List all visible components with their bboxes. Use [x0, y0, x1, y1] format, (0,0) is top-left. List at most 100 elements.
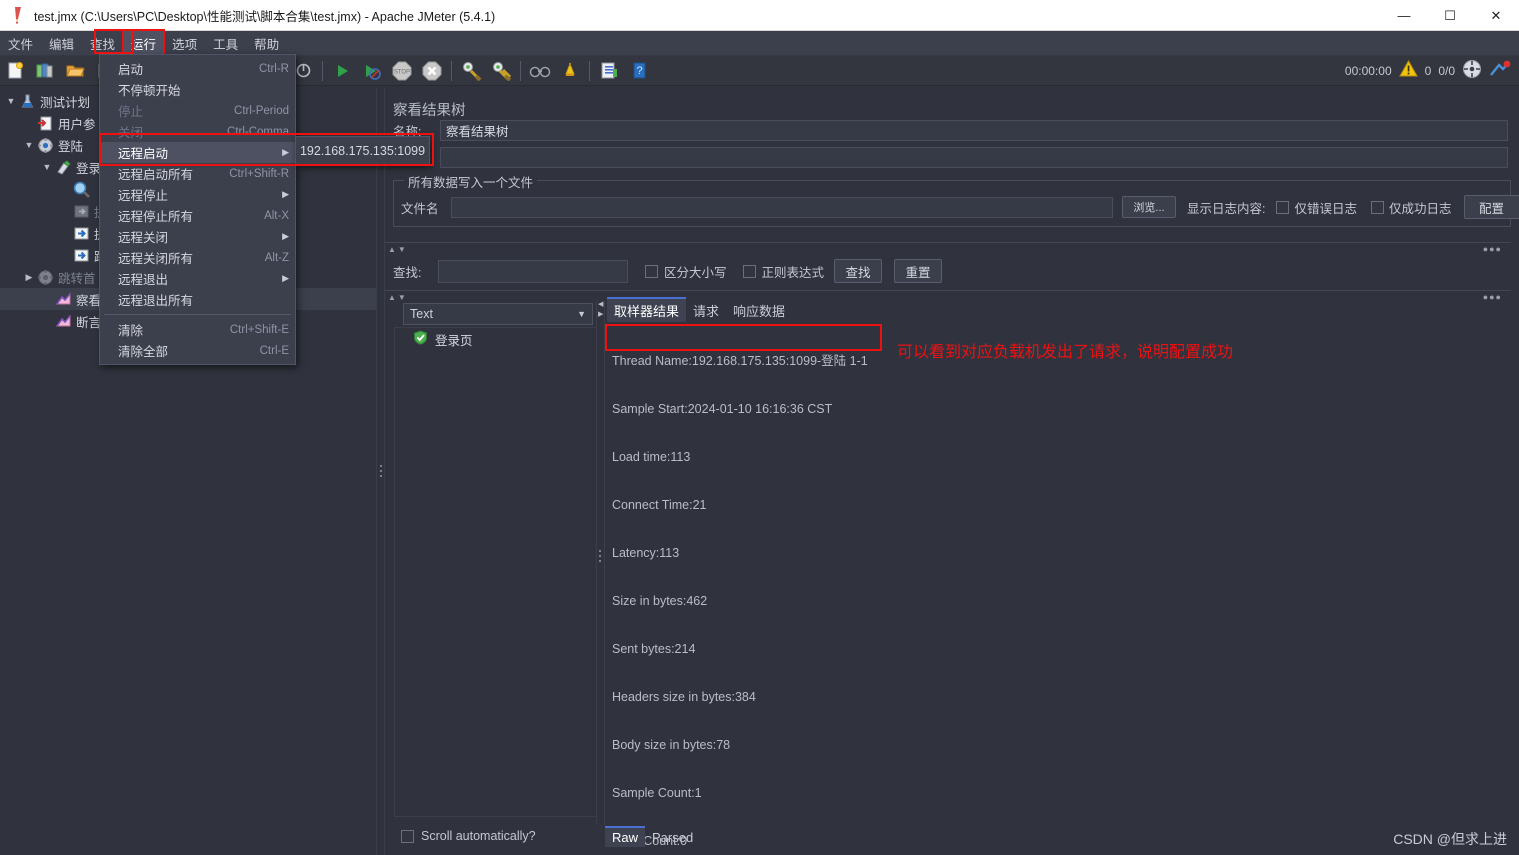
tab-request[interactable]: 请求	[686, 299, 726, 322]
chevron-right-icon[interactable]: ▶	[22, 272, 36, 283]
templates-icon[interactable]	[31, 58, 59, 84]
menu-item-clear-all[interactable]: 清除全部 Ctrl-E	[100, 340, 295, 361]
help-icon[interactable]: ?	[625, 58, 653, 84]
collapse-caret-icon[interactable]: ▲▼	[388, 245, 408, 254]
toolbar-separator	[322, 60, 323, 81]
collapse-dots-icon[interactable]: ●●●	[1483, 292, 1502, 302]
menu-item-accelerator: Ctrl-Comma	[227, 125, 289, 138]
menu-item-start[interactable]: 启动 Ctrl-R	[100, 58, 295, 79]
clear-icon[interactable]	[457, 58, 485, 84]
thread-count: 0/0	[1438, 64, 1455, 78]
menu-help[interactable]: 帮助	[247, 31, 286, 56]
chevron-down-icon[interactable]: ▼	[40, 162, 54, 172]
warning-icon[interactable]	[1398, 59, 1418, 82]
collapse-bar-results-top[interactable]: ▲▼ ●●●	[385, 290, 1511, 303]
case-sensitive-checkbox[interactable]	[645, 264, 658, 278]
comment-input[interactable]	[440, 147, 1508, 168]
error-log-icon[interactable]	[1489, 59, 1511, 84]
remote-engine-icon[interactable]	[1462, 59, 1482, 84]
menu-item-remote-shutdown[interactable]: 远程关闭 ▶	[100, 226, 295, 247]
menu-item-clear[interactable]: 清除 Ctrl+Shift-E	[100, 319, 295, 340]
collapse-caret-icon[interactable]: ▲▼	[388, 293, 408, 302]
shutdown-icon[interactable]	[418, 58, 446, 84]
toolbar-status: 00:00:00 0 0/0	[1345, 56, 1511, 86]
page-title: 察看结果树	[393, 103, 466, 119]
result-line: Connect Time:21	[612, 498, 707, 512]
name-input[interactable]: 察看结果树	[440, 120, 1508, 141]
sample-result-list[interactable]: 登录页	[394, 327, 599, 817]
results-splitter[interactable]	[596, 300, 605, 825]
menu-item-remote-stop[interactable]: 远程停止 ▶	[100, 184, 295, 205]
browse-button[interactable]: 浏览...	[1122, 196, 1176, 218]
collapse-bar-search-top[interactable]: ▲▼ ●●●	[385, 242, 1511, 255]
reset-button[interactable]: 重置	[894, 259, 943, 283]
reset-search-icon[interactable]	[556, 58, 584, 84]
tree-node-label: 跳转首	[58, 271, 96, 286]
warning-count: 0	[1424, 64, 1432, 78]
menu-item-remote-start[interactable]: 远程启动 ▶	[100, 142, 295, 163]
menu-item-remote-exit[interactable]: 远程退出 ▶	[100, 268, 295, 289]
renderer-select[interactable]: Text ▼	[403, 303, 593, 325]
menu-tools[interactable]: 工具	[206, 31, 245, 56]
clear-all-icon[interactable]	[487, 58, 515, 84]
menu-item-remote-exit-all[interactable]: 远程退出所有	[100, 289, 295, 310]
maximize-button[interactable]: ☐	[1427, 0, 1473, 31]
minimize-button[interactable]: —	[1381, 0, 1427, 31]
menu-search[interactable]: 查找	[83, 31, 122, 56]
toolbar-separator	[451, 60, 452, 81]
error-only-checkbox[interactable]	[1276, 200, 1290, 214]
search-icon[interactable]	[526, 58, 554, 84]
menu-options[interactable]: 选项	[165, 31, 204, 56]
filename-input[interactable]	[451, 196, 1113, 218]
name-row: 名称: 察看结果树	[393, 120, 1511, 141]
collapse-dots-icon[interactable]: ●●●	[1483, 244, 1502, 254]
svg-text:?: ?	[636, 65, 642, 77]
run-menu-dropdown[interactable]: 启动 Ctrl-R 不停顿开始 停止 Ctrl-Period 关闭 Ctrl-C…	[99, 54, 296, 365]
chevron-right-icon: ▶	[282, 189, 289, 199]
tree-panel-splitter[interactable]	[376, 87, 385, 855]
menu-item-remote-stop-all[interactable]: 远程停止所有 Alt-X	[100, 205, 295, 226]
annotation-text: 可以看到对应负载机发出了请求，说明配置成功	[897, 344, 1234, 361]
regex-checkbox[interactable]	[742, 264, 756, 278]
tab-sampler-result[interactable]: 取样器结果	[607, 297, 687, 322]
configure-button[interactable]: 配置	[1463, 195, 1519, 219]
chevron-down-icon[interactable]: ▼	[22, 140, 36, 150]
tab-parsed[interactable]: Parsed	[645, 828, 700, 847]
open-icon[interactable]	[61, 58, 89, 84]
tab-response-data[interactable]: 响应数据	[726, 299, 792, 322]
menu-item-start-no-pauses[interactable]: 不停顿开始	[100, 79, 295, 100]
find-button[interactable]: 查找	[834, 259, 883, 283]
submenu-item-remote-host[interactable]: 192.168.175.135:1099	[296, 140, 429, 161]
menu-item-remote-shutdown-all[interactable]: 远程关闭所有 Alt-Z	[100, 247, 295, 268]
search-input[interactable]	[438, 259, 628, 283]
function-helper-icon[interactable]	[595, 58, 623, 84]
menu-edit[interactable]: 编辑	[42, 31, 81, 56]
http-sampler-icon	[54, 158, 73, 176]
start-no-pauses-icon[interactable]	[358, 58, 386, 84]
title-bar: test.jmx (C:\Users\PC\Desktop\性能测试\脚本合集\…	[0, 0, 1519, 31]
tab-scroll-right-icon[interactable]: ▶	[598, 310, 606, 320]
chevron-right-icon: ▶	[282, 231, 289, 241]
start-icon[interactable]	[328, 58, 356, 84]
chevron-down-icon[interactable]: ▼	[577, 309, 586, 319]
success-only-checkbox[interactable]	[1371, 200, 1384, 214]
user-defined-variables-icon	[36, 114, 55, 132]
new-icon[interactable]	[1, 58, 29, 84]
chevron-down-icon[interactable]: ▼	[4, 96, 18, 106]
menu-file[interactable]: 文件	[1, 31, 40, 56]
menu-item-label: 停止	[118, 105, 144, 119]
scroll-automatically-checkbox[interactable]	[401, 829, 414, 843]
search-row: 查找: 区分大小写 正则表达式 查找 重置	[393, 259, 943, 283]
stop-icon[interactable]: STOP	[388, 58, 416, 84]
close-button[interactable]: ✕	[1473, 0, 1519, 31]
tab-raw[interactable]: Raw	[605, 826, 646, 847]
menu-run[interactable]: 运行	[122, 28, 166, 58]
tab-scroll-left-icon[interactable]: ◀	[598, 300, 606, 310]
result-line: Body size in bytes:78	[612, 738, 731, 752]
remote-start-submenu[interactable]: 192.168.175.135:1099	[295, 136, 430, 165]
jmeter-feather-icon	[6, 0, 32, 31]
tab-scroll-arrows[interactable]: ◀ ▶	[598, 300, 606, 320]
menu-item-remote-start-all[interactable]: 远程启动所有 Ctrl+Shift-R	[100, 163, 295, 184]
list-item[interactable]: 登录页	[395, 328, 598, 350]
menu-item-label: 远程关闭所有	[118, 252, 194, 266]
